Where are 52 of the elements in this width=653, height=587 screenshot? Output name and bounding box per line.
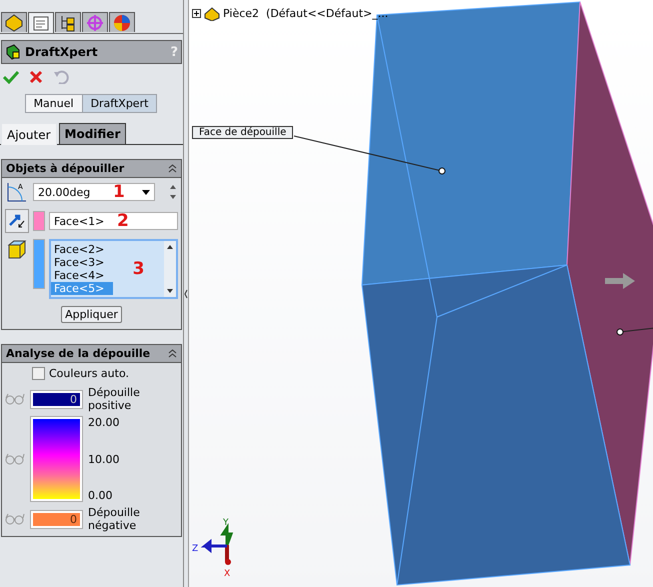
axis-triad-drawing: Y Z X (192, 518, 234, 579)
checkbox-label: Couleurs auto. (49, 367, 129, 380)
color-swatch (33, 211, 45, 231)
legend-label: Dépouille positive (88, 386, 141, 412)
list-item[interactable]: Face<4> (51, 269, 113, 282)
panel-tab[interactable] (1, 12, 27, 32)
color-ball-icon (112, 12, 132, 32)
group-title: Objets à dépouiller (6, 162, 124, 175)
scale-label: 10.00 (88, 452, 120, 466)
callout-number: 2 (117, 211, 129, 231)
callout-number: 1 (113, 182, 125, 202)
scale-label: 20.00 (88, 416, 120, 429)
scale-label: 0.00 (88, 489, 114, 502)
callout-number: 3 (132, 258, 146, 281)
callout-label: Face de dépouille (192, 126, 294, 139)
panel-tab[interactable] (28, 12, 54, 33)
list-item[interactable]: Face<3> (51, 256, 113, 269)
close-icon[interactable] (29, 70, 43, 84)
group-title: Analyse de la dépouille (6, 347, 150, 360)
tree-label: Pièce2 (Défaut<<Défaut>_... (223, 6, 388, 20)
checkbox[interactable] (32, 367, 45, 380)
tab[interactable]: Modifier (58, 123, 126, 144)
panel-tab[interactable] (55, 12, 81, 32)
part-icon (203, 5, 221, 21)
arrow-icon (605, 273, 635, 289)
face-list[interactable]: Face<2> Face<3> Face<4> Face<5> 3 (49, 239, 178, 299)
cube-icon (5, 44, 21, 60)
panel-title: DraftXpert (25, 45, 99, 59)
angle-value: 20.00deg (38, 186, 90, 198)
panel-tab[interactable] (82, 12, 108, 32)
apply-button[interactable]: Appliquer (61, 306, 122, 323)
collapse-icon[interactable] (168, 349, 177, 358)
mode-toggle[interactable]: DraftXpert (82, 94, 158, 113)
count-box: 0 (31, 390, 82, 408)
point-marker (616, 328, 624, 336)
checkmark-icon[interactable] (3, 70, 19, 84)
crosshair-icon (85, 12, 105, 32)
point-marker (438, 168, 446, 174)
cube-icon (5, 239, 29, 261)
tab[interactable]: Ajouter (1, 123, 57, 145)
part-icon (4, 12, 24, 32)
expand-icon[interactable] (192, 8, 201, 18)
scrollbar[interactable] (164, 241, 176, 297)
color-swatch (33, 239, 45, 289)
collapse-icon[interactable] (168, 164, 177, 173)
tree-item[interactable]: Pièce2 (Défaut<<Défaut>_... (192, 5, 388, 21)
count-box: 0 (31, 510, 82, 528)
panel-tab[interactable] (109, 12, 135, 32)
mode-toggle[interactable]: Manuel (24, 94, 83, 113)
dropdown-icon (142, 190, 150, 194)
legend-label: Dépouille négative (88, 506, 141, 532)
list-item[interactable]: Face<2> (51, 243, 113, 256)
